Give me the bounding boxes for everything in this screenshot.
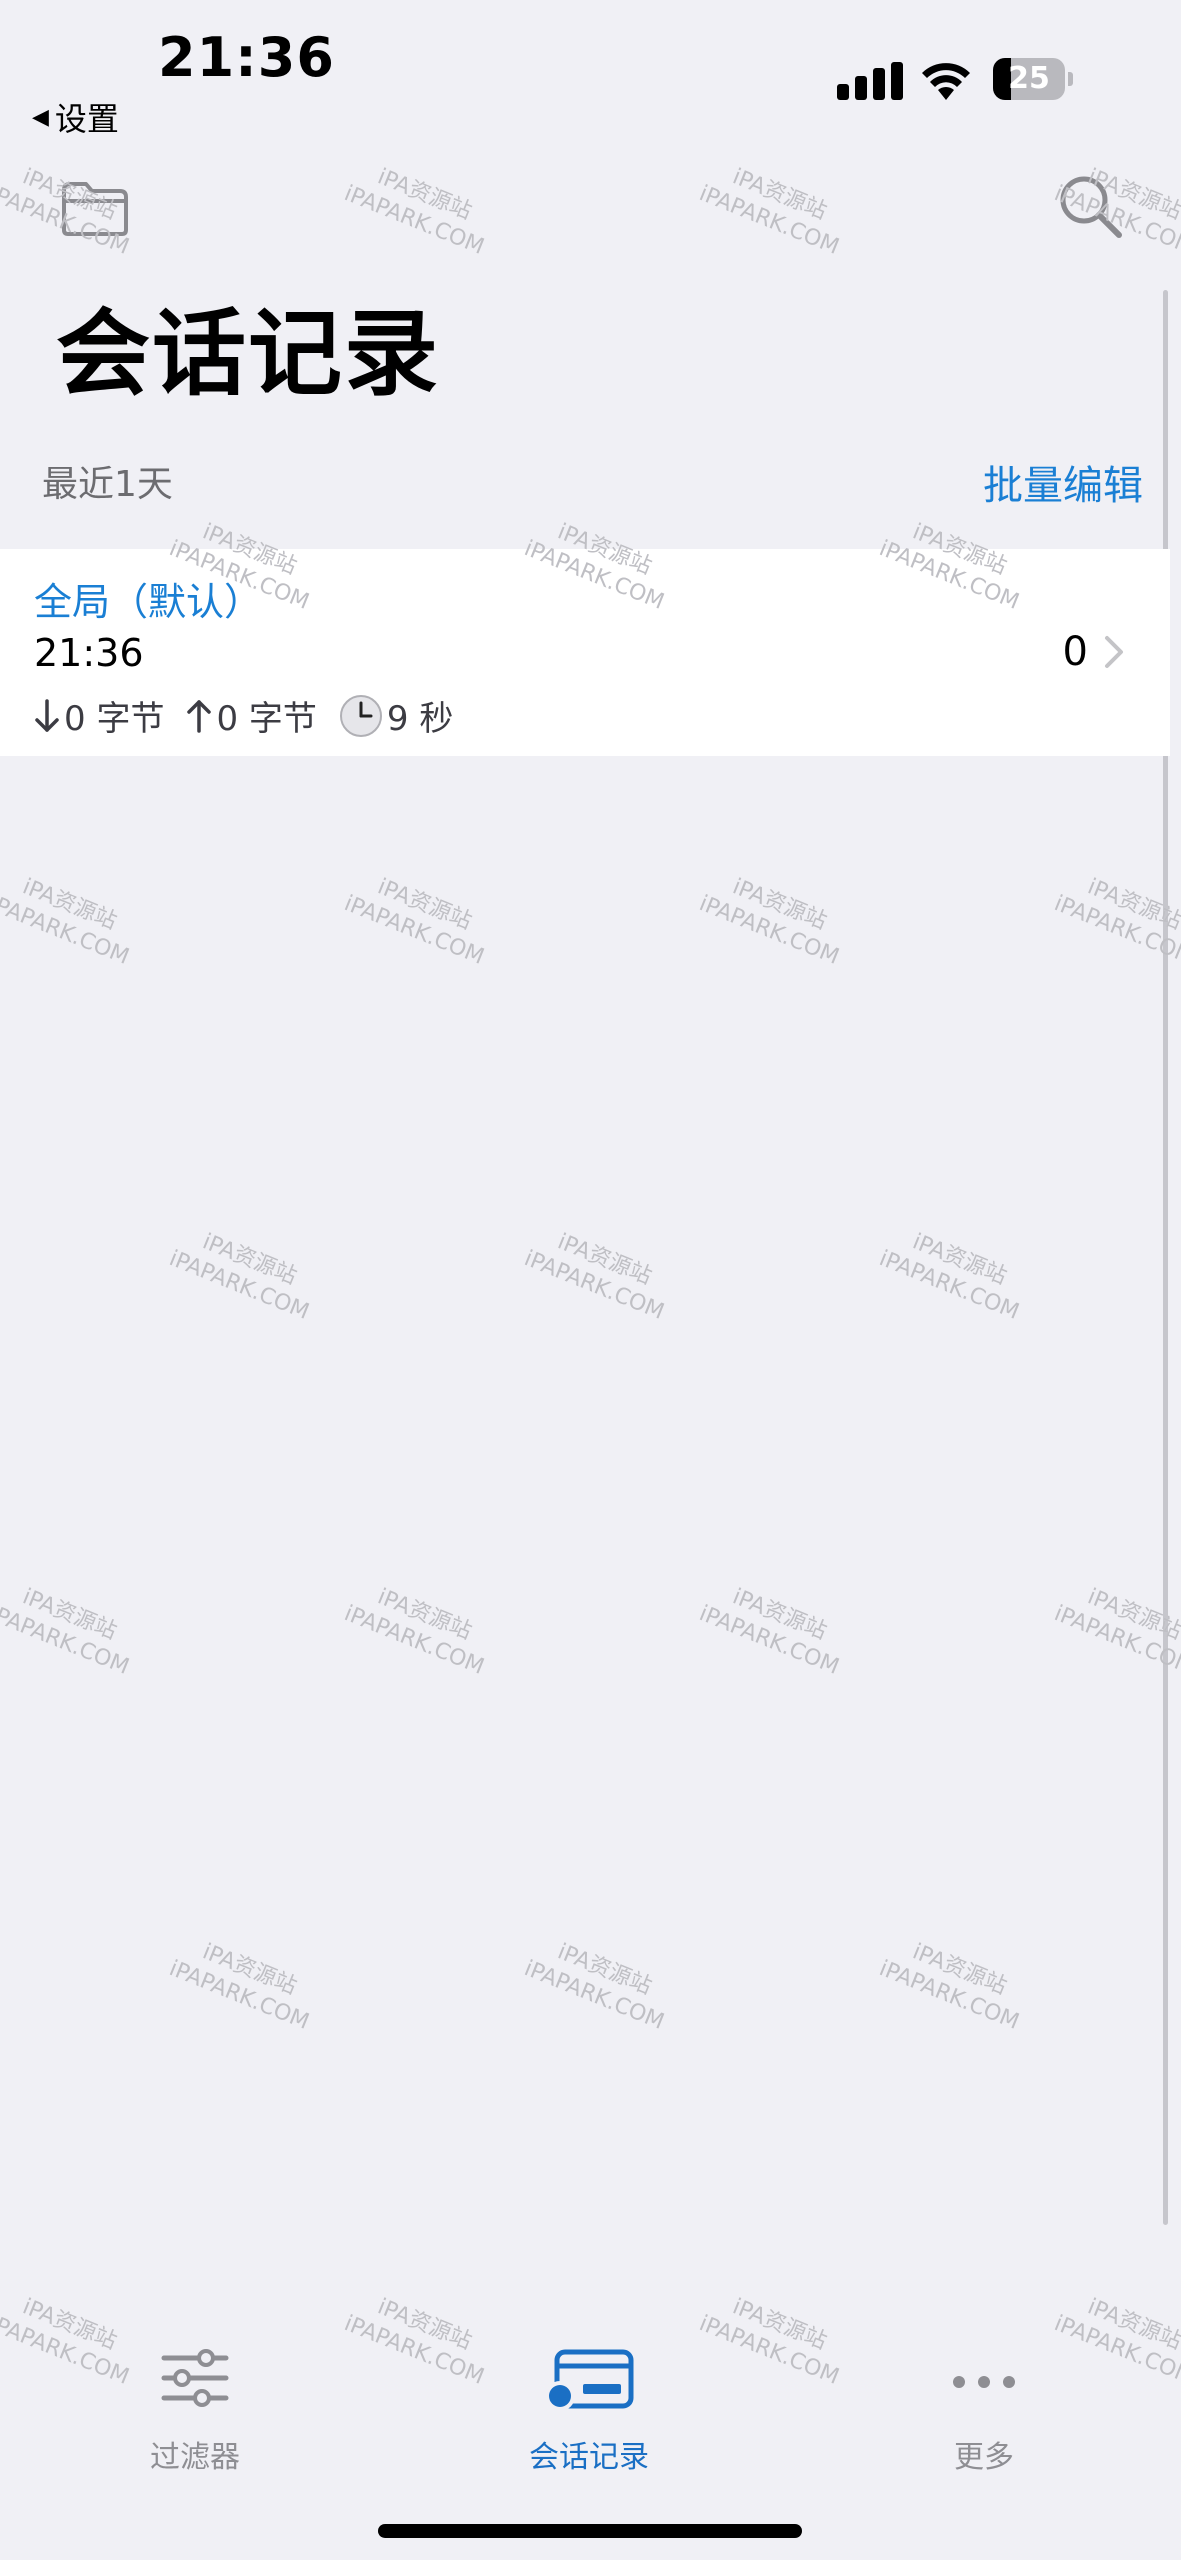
folder-icon[interactable] <box>60 180 130 238</box>
duration-stat: 9 秒 <box>339 691 453 740</box>
download-stat: 0 字节 <box>34 691 164 740</box>
tab-filters-label: 过滤器 <box>150 2440 240 2475</box>
chevron-right-icon <box>1105 636 1123 668</box>
watermark: iPA资源站 iPAPARK.COM <box>1050 874 1181 970</box>
tab-sessions[interactable]: 会话记录 <box>489 2348 689 2475</box>
watermark: iPA资源站 iPAPARK.COM <box>340 164 488 260</box>
session-count: 0 <box>1062 629 1088 675</box>
watermark: iPA资源站 iPAPARK.COM <box>695 2294 843 2390</box>
tab-sessions-label: 会话记录 <box>529 2440 649 2475</box>
battery-level-text: 25 <box>1008 61 1050 96</box>
watermark: iPA资源站 iPAPARK.COM <box>695 164 843 260</box>
upload-bytes: 0 字节 <box>216 699 317 739</box>
tab-more[interactable]: 更多 <box>884 2348 1084 2475</box>
watermark: iPA资源站 iPAPARK.COM <box>165 1229 313 1325</box>
battery-indicator: 25 <box>993 58 1073 100</box>
watermark: iPA资源站 iPAPARK.COM <box>875 1229 1023 1325</box>
tab-filters[interactable]: 过滤器 <box>95 2348 295 2475</box>
watermark: iPA资源站 iPAPARK.COM <box>695 874 843 970</box>
session-row[interactable]: 全局（默认） 21:36 0 字节 0 字节 9 秒 0 <box>0 549 1170 756</box>
more-icon <box>953 2376 1015 2388</box>
batch-edit-button[interactable]: 批量编辑 <box>983 453 1143 511</box>
watermark: iPA资源站 iPAPARK.COM <box>0 874 133 970</box>
watermark: iPA资源站 iPAPARK.COM <box>0 1584 133 1680</box>
arrow-up-icon <box>187 699 212 733</box>
download-bytes: 0 字节 <box>64 699 165 739</box>
watermark: iPA资源站 iPAPARK.COM <box>340 874 488 970</box>
back-link-label: 设置 <box>54 100 119 138</box>
search-icon[interactable] <box>1058 174 1124 240</box>
cellular-signal-icon <box>837 62 903 100</box>
session-stats: 0 字节 0 字节 9 秒 <box>34 691 475 740</box>
watermark: iPA资源站 iPAPARK.COM <box>1050 1584 1181 1680</box>
clock-icon <box>339 694 382 737</box>
session-card-icon <box>545 2349 634 2411</box>
back-arrow-icon: ◀ <box>32 104 49 130</box>
tab-more-label: 更多 <box>954 2440 1014 2475</box>
watermark: iPA资源站 iPAPARK.COM <box>165 1939 313 2035</box>
watermark: iPA资源站 iPAPARK.COM <box>875 1939 1023 2035</box>
session-title: 全局（默认） <box>34 580 263 624</box>
section-header: 最近1天 <box>42 464 173 505</box>
arrow-down-icon <box>35 698 59 732</box>
watermark: iPA资源站 iPAPARK.COM <box>695 1584 843 1680</box>
back-to-settings-link[interactable]: ◀ 设置 <box>32 94 119 140</box>
watermark: iPA资源站 iPAPARK.COM <box>340 2294 488 2390</box>
page-title: 会话记录 <box>56 300 441 409</box>
watermark: iPA资源站 iPAPARK.COM <box>520 1939 668 2035</box>
sliders-icon <box>161 2349 229 2407</box>
duration-value: 9 秒 <box>386 699 454 739</box>
session-time: 21:36 <box>34 631 144 675</box>
upload-stat: 0 字节 <box>186 691 317 740</box>
watermark: iPA资源站 iPAPARK.COM <box>520 1229 668 1325</box>
home-indicator[interactable] <box>378 2524 802 2538</box>
status-time: 21:36 <box>158 26 335 89</box>
watermark: iPA资源站 iPAPARK.COM <box>340 1584 488 1680</box>
wifi-icon <box>922 63 970 100</box>
